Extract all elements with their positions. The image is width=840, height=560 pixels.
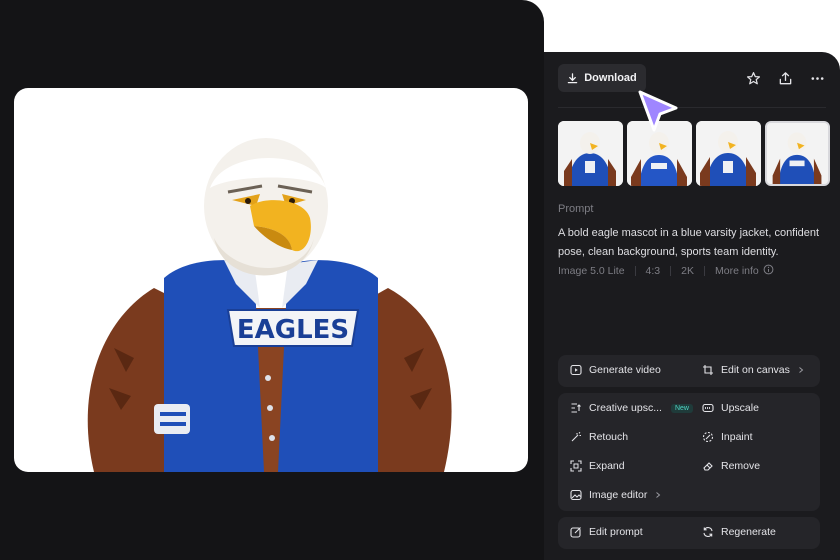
retouch-label: Retouch [589, 431, 629, 443]
edit-prompt-label: Edit prompt [589, 526, 643, 538]
refresh-icon [703, 527, 713, 537]
details-panel: Download Prompt A bold eagle mascot in a… [544, 52, 840, 560]
retouch-button[interactable]: Retouch [570, 431, 628, 443]
inpaint-label: Inpaint [721, 431, 753, 443]
edit-tools-box: Creative upsc... New Upscale Retouch Inp… [558, 393, 820, 511]
download-label: Download [584, 72, 637, 84]
edit-prompt-button[interactable]: Edit prompt [570, 526, 643, 538]
inpaint-icon [702, 431, 714, 443]
chevron-right-icon [799, 367, 804, 373]
generate-video-button[interactable]: Generate video [570, 364, 661, 376]
resolution: 2K [681, 265, 694, 277]
meta-divider [634, 266, 636, 276]
video-actions-box: Generate video Edit on canvas [558, 355, 820, 387]
download-button[interactable]: Download [558, 64, 646, 92]
aspect-ratio: 4:3 [645, 265, 661, 277]
magic-wand-icon [571, 431, 581, 442]
creative-upscale-icon [571, 403, 581, 413]
edit-on-canvas-button[interactable]: Edit on canvas [702, 364, 805, 376]
left-canvas: EAGLES [0, 0, 544, 560]
chevron-right-icon [656, 492, 661, 498]
generated-image[interactable]: EAGLES [14, 88, 528, 472]
crop-icon [703, 365, 713, 375]
more-info-link[interactable]: More info [715, 265, 759, 277]
regenerate-button[interactable]: Regenerate [702, 526, 776, 538]
meta-divider [670, 266, 672, 276]
thumbnail-1[interactable] [558, 121, 623, 186]
prompt-label: Prompt [558, 203, 594, 215]
expand-label: Expand [589, 460, 625, 472]
creative-upscale-label: Creative upsc... [589, 402, 662, 414]
creative-upscale-button[interactable]: Creative upsc... New [570, 402, 693, 414]
cursor-icon [638, 90, 678, 132]
model-name: Image 5.0 Lite [558, 265, 625, 277]
eraser-icon [703, 462, 713, 471]
edit-on-canvas-label: Edit on canvas [721, 364, 790, 376]
image-icon [570, 489, 582, 501]
eagle-mascot-image: EAGLES [87, 138, 452, 472]
edit-icon [570, 527, 581, 538]
image-meta: Image 5.0 Lite 4:3 2K More info [558, 264, 774, 278]
upscale-label: Upscale [721, 402, 759, 414]
star-icon[interactable] [744, 69, 762, 87]
info-icon[interactable] [763, 264, 774, 278]
thumbnail-strip [558, 121, 830, 186]
generate-video-label: Generate video [589, 364, 661, 376]
thumbnail-4[interactable] [765, 121, 830, 186]
upscale-icon [702, 403, 714, 413]
upscale-button[interactable]: Upscale [702, 402, 759, 414]
inpaint-button[interactable]: Inpaint [702, 431, 753, 443]
expand-icon [570, 460, 582, 472]
image-editor-label: Image editor [589, 489, 648, 501]
download-icon [567, 72, 578, 83]
remove-button[interactable]: Remove [702, 460, 760, 472]
regenerate-label: Regenerate [721, 526, 776, 538]
image-editor-button[interactable]: Image editor [570, 489, 662, 501]
expand-button[interactable]: Expand [570, 460, 625, 472]
remove-label: Remove [721, 460, 761, 472]
share-icon[interactable] [776, 69, 794, 87]
jacket-text: EAGLES [237, 315, 349, 345]
more-icon[interactable] [808, 69, 826, 87]
new-badge: New [670, 403, 693, 413]
prompt-text: A bold eagle mascot in a blue varsity ja… [558, 227, 820, 258]
thumbnail-3[interactable] [696, 121, 761, 186]
panel-toolbar: Download [558, 64, 826, 92]
toolbar-divider [558, 107, 826, 108]
meta-divider [704, 266, 705, 276]
prompt-actions-box: Edit prompt Regenerate [558, 517, 820, 549]
play-icon [570, 364, 582, 376]
